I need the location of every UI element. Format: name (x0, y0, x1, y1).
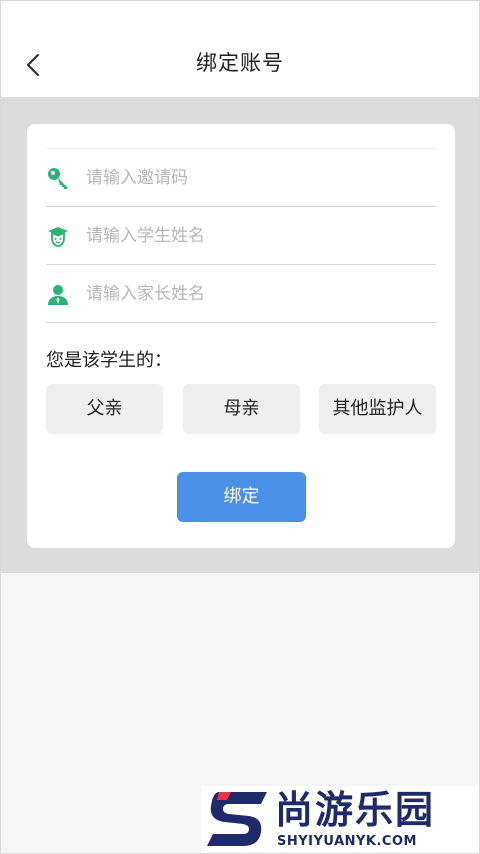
student-name-input[interactable] (86, 221, 426, 251)
brand-logo-icon (207, 792, 267, 846)
student-icon (48, 227, 68, 247)
key-icon (48, 168, 67, 189)
watermark-text: 尚游乐园 (275, 788, 436, 832)
parent-icon (48, 285, 68, 305)
watermark: 尚游乐园 SHYIYUANYK.COM (201, 786, 479, 853)
parent-name-input[interactable] (86, 279, 426, 309)
relation-guardian-button[interactable]: 其他监护人 (319, 384, 436, 434)
relation-label: 您是该学生的： (46, 350, 172, 371)
page-title: 绑定账号 (196, 51, 284, 75)
watermark-url: SHYIYUANYK.COM (277, 834, 417, 849)
parent-name-field (46, 265, 436, 323)
relation-father-button[interactable]: 父亲 (46, 384, 163, 434)
bind-button[interactable]: 绑定 (177, 472, 306, 522)
invite-code-field (46, 149, 436, 207)
invite-code-input[interactable] (86, 163, 426, 193)
bind-form-card: 您是该学生的： 父亲 母亲 其他监护人 绑定 (27, 124, 455, 548)
relation-mother-button[interactable]: 母亲 (183, 384, 300, 434)
nav-header: 绑定账号 (1, 1, 479, 97)
student-name-field (46, 207, 436, 265)
app-screen: 绑定账号 请输入邀请码 请输入学生姓名 请输入家长姓名 您是该学生的： 父亲 母… (0, 0, 480, 854)
